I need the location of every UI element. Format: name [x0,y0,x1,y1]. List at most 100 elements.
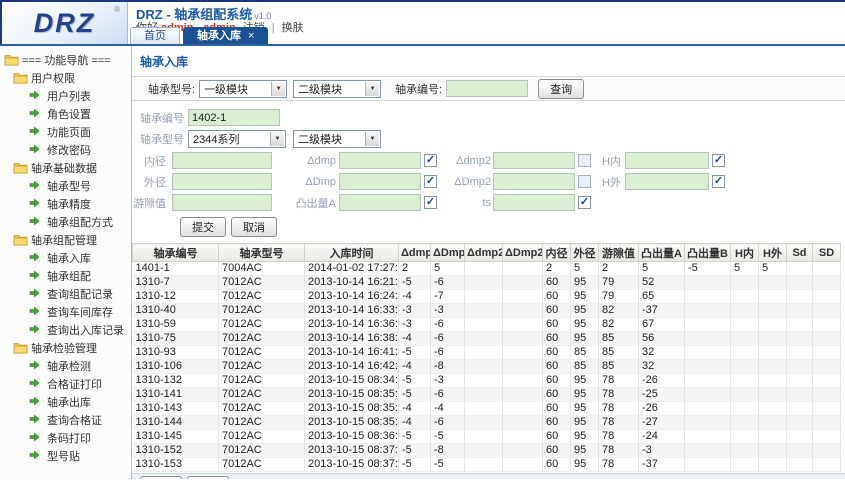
tab-bearing-inbound[interactable]: 轴承入库× [183,27,268,44]
sidebar-item[interactable]: 修改密码 [0,141,131,159]
field-input[interactable] [493,194,575,211]
sidebar-item[interactable]: 角色设置 [0,105,131,123]
table-cell [503,402,543,416]
field-input[interactable] [339,194,421,211]
table-row[interactable]: 1401-17004AC2014-01-02 17:27:03252525-55… [133,262,841,276]
checkbox[interactable]: ✓ [712,154,725,167]
table-row[interactable]: 1310-1437012AC2013-10-15 08:35:48-4-4609… [133,402,841,416]
arrow-icon [29,270,44,282]
level2-module-select[interactable]: 二级模块 ▼ [293,80,381,98]
level1-module-select[interactable]: 一级模块 ▼ [199,80,287,98]
sidebar-item[interactable]: 轴承出库 [0,393,131,411]
add-button[interactable]: 添加 [140,476,182,480]
sidebar-item[interactable]: 查询出入库记录 [0,321,131,339]
sidebar-folder[interactable]: 轴承基础数据 [0,159,131,177]
tree-label: 合格证打印 [47,376,102,392]
sidebar-item[interactable]: 用户列表 [0,87,131,105]
table-row[interactable]: 1310-1327012AC2013-10-15 08:34:01-5-3609… [133,374,841,388]
change-skin-link[interactable]: 换肤 [282,22,304,34]
sidebar-item[interactable]: 轴承型号 [0,177,131,195]
table-row[interactable]: 1310-77012AC2013-10-14 16:21:14-5-660957… [133,276,841,290]
table-row[interactable]: 1310-1447012AC2013-10-15 08:35:56-4-6609… [133,416,841,430]
tab-home[interactable]: 首页 [130,27,180,44]
field-input[interactable] [493,173,575,190]
submit-button[interactable]: 提交 [180,217,226,237]
field-label: 内径 [132,153,166,169]
field-input[interactable] [493,152,575,169]
table-cell: 67 [639,318,685,332]
table-row[interactable]: 1310-597012AC2013-10-14 16:36:16-3-66095… [133,318,841,332]
table-cell: 60 [543,346,571,360]
field-input[interactable] [172,173,272,190]
sidebar-folder[interactable]: 轴承组配管理 [0,231,131,249]
query-button[interactable]: 查询 [538,79,584,99]
sidebar-folder[interactable]: === 功能导航 === [0,51,131,69]
select-value: 二级模块 [298,131,342,147]
table-cell: 1310-12 [133,290,219,304]
sidebar-folder[interactable]: 用户权限 [0,69,131,87]
table-row[interactable]: 1310-1417012AC2013-10-15 08:35:20-5-6609… [133,388,841,402]
inbound-table: 轴承编号轴承型号入库时间ΔdmpΔDmpΔdmp2ΔDmp2内径外径游隙值凸出量… [132,243,841,472]
sidebar-item[interactable]: 查询车间库存 [0,303,131,321]
field-input[interactable] [172,152,272,169]
table-row[interactable]: 1310-1457012AC2013-10-15 08:36:14-5-5609… [133,430,841,444]
table-cell: -26 [639,374,685,388]
field-label: Δdmp2 [439,155,491,167]
table-row[interactable]: 1310-1537012AC2013-10-15 08:37:56-5-5609… [133,458,841,472]
table-row[interactable]: 1310-127012AC2013-10-14 16:24:33-4-76095… [133,290,841,304]
divider: | [272,22,275,34]
table-row[interactable]: 1310-937012AC2013-10-14 16:41:01-5-66085… [133,346,841,360]
table-cell [685,416,731,430]
arrow-icon [29,180,44,192]
delete-button[interactable]: 删除 [187,476,229,480]
select-value: 一级模块 [204,81,248,97]
checkbox[interactable]: ✓ [424,154,437,167]
field-input[interactable] [339,173,421,190]
column-header: ΔDmp2 [503,244,543,262]
close-icon[interactable]: × [248,30,254,42]
arrow-icon [29,396,44,408]
chevron-down-icon: ▼ [365,132,379,146]
sidebar-item[interactable]: 条码打印 [0,429,131,447]
table-cell [787,290,813,304]
field-input[interactable] [339,152,421,169]
arrow-icon [29,216,44,228]
cancel-button[interactable]: 取消 [231,217,277,237]
sidebar-item[interactable]: 合格证打印 [0,375,131,393]
checkbox[interactable]: ✓ [712,175,725,188]
table-cell [465,402,503,416]
table-cell [465,388,503,402]
checkbox[interactable]: ✓ [424,175,437,188]
field-label: Δdmp [280,155,336,167]
search-serial-input[interactable] [446,80,528,97]
table-row[interactable]: 1310-1067012AC2013-10-14 16:42:34-4-8608… [133,360,841,374]
table-row[interactable]: 1310-757012AC2013-10-14 16:38:07-4-66095… [133,332,841,346]
table-cell [759,388,787,402]
folder-icon [4,54,19,66]
sidebar-item[interactable]: 轴承入库 [0,249,131,267]
checkbox[interactable] [578,175,591,188]
checkbox[interactable] [578,154,591,167]
serial-field-input[interactable] [188,109,280,126]
sidebar-folder[interactable]: 轴承检验管理 [0,339,131,357]
table-row[interactable]: 1310-1527012AC2013-10-15 08:37:47-5-8609… [133,444,841,458]
table-cell: -6 [431,388,465,402]
sidebar-item[interactable]: 型号贴 [0,447,131,465]
field-input[interactable] [625,173,709,190]
checkbox[interactable]: ✓ [424,196,437,209]
module-select[interactable]: 二级模块 ▼ [293,130,381,148]
table-cell: 2 [399,262,431,276]
table-row[interactable]: 1310-407012AC2013-10-14 16:33:26-3-36095… [133,304,841,318]
sidebar-item[interactable]: 轴承组配 [0,267,131,285]
sidebar-item[interactable]: 功能页面 [0,123,131,141]
table-cell: -6 [431,346,465,360]
sidebar-item[interactable]: 轴承组配方式 [0,213,131,231]
series-select[interactable]: 2344系列 ▼ [188,130,286,148]
sidebar-item[interactable]: 轴承检测 [0,357,131,375]
field-input[interactable] [172,194,272,211]
field-input[interactable] [625,152,709,169]
sidebar-item[interactable]: 查询组配记录 [0,285,131,303]
sidebar-item[interactable]: 查询合格证 [0,411,131,429]
checkbox[interactable]: ✓ [578,196,591,209]
sidebar-item[interactable]: 轴承精度 [0,195,131,213]
